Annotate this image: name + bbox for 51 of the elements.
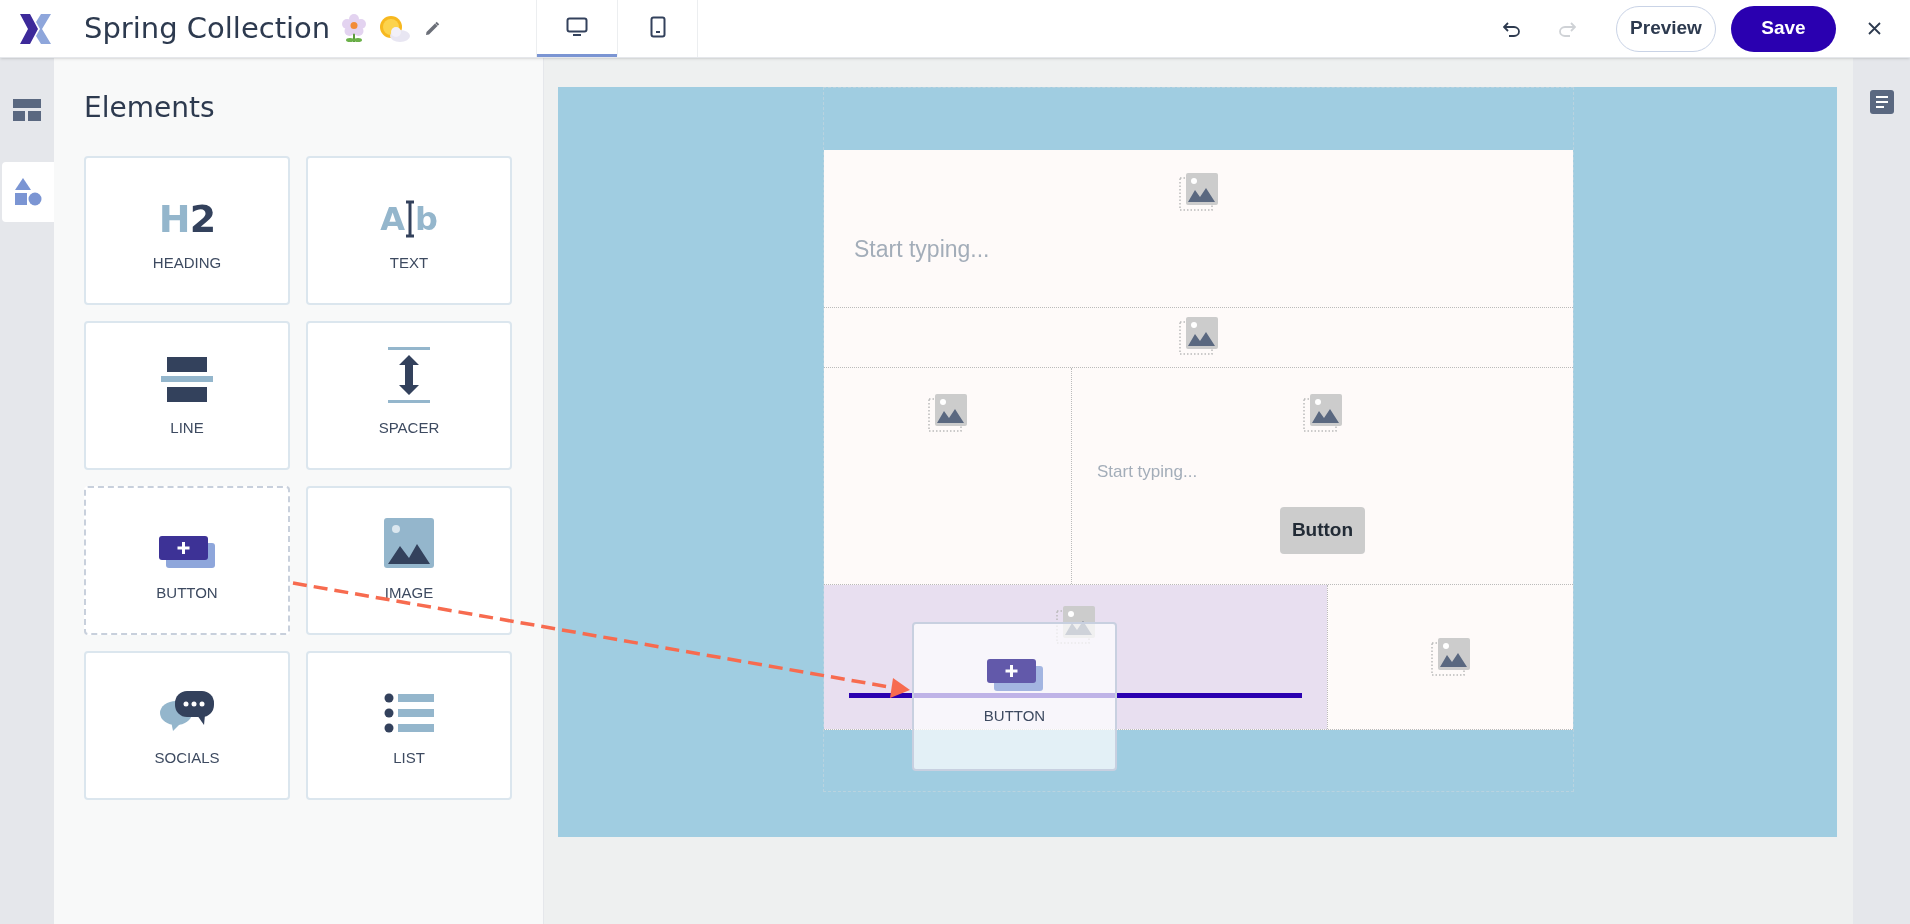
- image-icon: [384, 518, 434, 569]
- sun-cloud-icon: [378, 14, 411, 43]
- element-card[interactable]: A b TEXT: [306, 156, 512, 305]
- image-placeholder-icon: [1430, 637, 1471, 677]
- tablet-icon: [649, 16, 666, 38]
- element-card[interactable]: LIST: [306, 651, 512, 800]
- shapes-icon: [14, 178, 42, 206]
- element-label: BUTTON: [983, 706, 1046, 727]
- document-icon[interactable]: [1869, 90, 1894, 114]
- text-cursor-icon: [404, 200, 415, 239]
- pencil-icon[interactable]: [424, 20, 441, 37]
- flower-icon: [342, 13, 367, 44]
- project-title[interactable]: Spring Collection: [84, 6, 331, 51]
- element-label: BUTTON: [156, 583, 218, 604]
- element-card[interactable]: SOCIALS: [84, 651, 290, 800]
- canvas-column[interactable]: Start typing... Button: [1071, 368, 1573, 584]
- undo-icon: [1503, 20, 1521, 37]
- monitor-icon: [566, 17, 589, 37]
- element-card[interactable]: LINE: [84, 321, 290, 470]
- image-placeholder-icon: [1302, 393, 1343, 433]
- text-icon-letter: A: [380, 203, 405, 236]
- image-placeholder-icon: [927, 393, 968, 433]
- element-label: HEADING: [152, 253, 222, 274]
- element-label: SOCIALS: [154, 748, 220, 769]
- logo-icon: [20, 13, 52, 44]
- text-icon-letter: b: [414, 203, 438, 236]
- element-label: LIST: [393, 748, 425, 769]
- element-card[interactable]: BUTTON: [84, 486, 290, 635]
- layout-icon: [13, 99, 41, 121]
- image-placeholder-icon: [1178, 172, 1219, 212]
- button-icon: [986, 659, 1043, 692]
- element-card[interactable]: H2 HEADING: [84, 156, 290, 305]
- save-button[interactable]: Save: [1731, 5, 1836, 52]
- redo-icon: [1558, 20, 1576, 37]
- element-label: IMAGE: [384, 583, 434, 604]
- line-icon: [161, 357, 213, 404]
- preview-button[interactable]: Preview: [1616, 5, 1716, 52]
- panel-title: Elements: [84, 90, 216, 122]
- element-label: LINE: [170, 418, 204, 439]
- close-icon: [1867, 22, 1881, 35]
- heading-icon: H2: [158, 200, 216, 239]
- element-label: SPACER: [378, 418, 440, 439]
- canvas-button[interactable]: Button: [1279, 506, 1366, 554]
- list-icon: [384, 693, 434, 734]
- button-icon: [159, 536, 215, 569]
- element-card[interactable]: SPACER: [306, 321, 512, 470]
- element-label: TEXT: [389, 253, 429, 274]
- image-placeholder-icon: [1178, 316, 1219, 356]
- spacer-icon: [388, 347, 430, 404]
- chat-bubbles-icon: [159, 691, 215, 734]
- element-card[interactable]: IMAGE: [306, 486, 512, 635]
